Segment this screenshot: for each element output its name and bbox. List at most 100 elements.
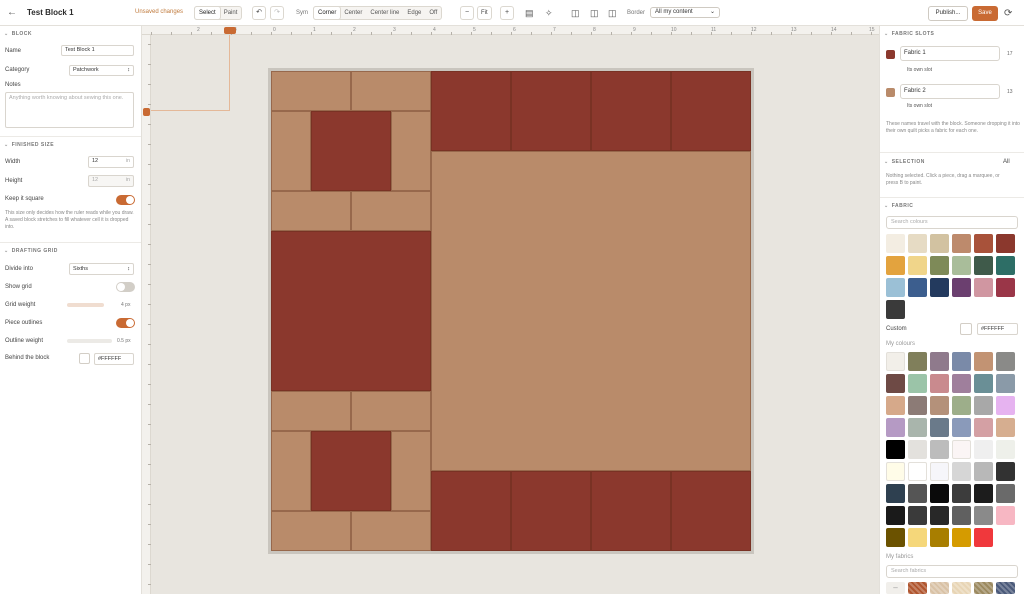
my-colour-swatch[interactable]: [952, 374, 971, 393]
quilt-piece[interactable]: [391, 111, 431, 191]
my-colour-swatch[interactable]: [886, 396, 905, 415]
my-colour-swatch[interactable]: [974, 462, 993, 481]
fabric-thumbnail[interactable]: [930, 582, 949, 594]
my-colour-swatch[interactable]: [886, 484, 905, 503]
quilt-piece[interactable]: [351, 191, 431, 231]
quilt-piece[interactable]: [591, 71, 671, 151]
my-colour-swatch[interactable]: [908, 374, 927, 393]
mode-select[interactable]: Select: [195, 7, 220, 19]
palette-color-swatch[interactable]: [930, 278, 949, 297]
fabric-slot-2-name[interactable]: Fabric 2: [900, 84, 1000, 99]
finished-size-header[interactable]: ⌄ FINISHED SIZE: [4, 142, 54, 148]
my-colour-swatch[interactable]: [974, 528, 993, 547]
my-colour-swatch[interactable]: [996, 374, 1015, 393]
behind-color-swatch[interactable]: [79, 353, 90, 364]
my-colour-swatch[interactable]: [952, 528, 971, 547]
right-panel-icon[interactable]: ◫: [608, 6, 617, 20]
show-grid-toggle[interactable]: [116, 282, 135, 292]
symmetry-off[interactable]: Off: [425, 7, 441, 19]
canvas-area[interactable]: 2 4 0 1 2 3 4 5 6 7 8 9 10 11 12 13 14 1…: [142, 26, 879, 594]
palette-color-swatch[interactable]: [886, 278, 905, 297]
my-colour-swatch[interactable]: [952, 396, 971, 415]
my-colour-swatch[interactable]: [952, 440, 971, 459]
my-colour-swatch[interactable]: [908, 352, 927, 371]
my-colour-swatch[interactable]: [886, 462, 905, 481]
quilt-block[interactable]: [271, 71, 751, 551]
category-select[interactable]: Patchwork ↕: [69, 65, 134, 76]
my-colour-swatch[interactable]: [974, 352, 993, 371]
zoom-fit-button[interactable]: Fit: [477, 6, 492, 20]
block-section-header[interactable]: ⌄ BLOCK: [4, 31, 32, 37]
my-colour-swatch[interactable]: [908, 462, 927, 481]
my-colour-swatch[interactable]: [886, 528, 905, 547]
grid-weight-slider[interactable]: [67, 303, 104, 307]
refresh-icon[interactable]: ⟳: [1004, 6, 1012, 21]
ruler-position-marker[interactable]: [224, 27, 236, 34]
palette-color-swatch[interactable]: [974, 234, 993, 253]
notes-textarea[interactable]: Anything worth knowing about sewing this…: [5, 92, 134, 128]
my-colour-swatch[interactable]: [930, 352, 949, 371]
publish-button[interactable]: Publish...: [928, 6, 968, 21]
fabric-thumbnail[interactable]: [974, 582, 993, 594]
quilt-piece[interactable]: [271, 231, 431, 391]
quilt-piece[interactable]: [271, 191, 351, 231]
my-colour-swatch[interactable]: [930, 528, 949, 547]
left-panel-icon[interactable]: ◫: [571, 6, 580, 20]
my-colour-swatch[interactable]: [974, 374, 993, 393]
quilt-piece[interactable]: [271, 111, 311, 191]
fabric-slots-header[interactable]: ⌄ FABRIC SLOTS: [884, 31, 934, 37]
my-colour-swatch[interactable]: [952, 506, 971, 525]
back-arrow-icon[interactable]: ←: [7, 6, 17, 20]
fabric-slot-2-swatch[interactable]: [886, 88, 895, 97]
zoom-in-button[interactable]: +: [500, 6, 514, 20]
my-colour-swatch[interactable]: [952, 352, 971, 371]
my-colour-swatch[interactable]: [996, 506, 1015, 525]
palette-color-swatch[interactable]: [886, 256, 905, 275]
my-colour-swatch[interactable]: [930, 418, 949, 437]
my-colour-swatch[interactable]: [996, 462, 1015, 481]
quilt-piece[interactable]: [671, 71, 751, 151]
fabric-more-icon[interactable]: –: [886, 582, 905, 594]
quilt-piece[interactable]: [351, 71, 431, 111]
divide-into-select[interactable]: Sixths ↕: [69, 263, 134, 275]
search-fabrics-input[interactable]: Search fabrics: [886, 565, 1018, 578]
symmetry-center[interactable]: Center: [340, 7, 366, 19]
my-colour-swatch[interactable]: [952, 484, 971, 503]
my-colour-swatch[interactable]: [974, 418, 993, 437]
palette-color-swatch[interactable]: [886, 300, 905, 319]
my-colour-swatch[interactable]: [886, 374, 905, 393]
quilt-piece[interactable]: [351, 511, 431, 551]
fabric-header[interactable]: ⌄ FABRIC: [884, 203, 913, 209]
palette-color-swatch[interactable]: [908, 256, 927, 275]
my-colour-swatch[interactable]: [952, 418, 971, 437]
quilt-piece[interactable]: [271, 391, 351, 431]
my-colour-swatch[interactable]: [908, 440, 927, 459]
my-colour-swatch[interactable]: [974, 440, 993, 459]
quilt-piece[interactable]: [271, 431, 311, 511]
palette-color-swatch[interactable]: [974, 256, 993, 275]
quilt-piece[interactable]: [511, 471, 591, 551]
my-colour-swatch[interactable]: [886, 440, 905, 459]
fabric-thumbnail[interactable]: [908, 582, 927, 594]
search-colours-input[interactable]: Search colours: [886, 216, 1018, 229]
quilt-piece[interactable]: [311, 431, 391, 511]
my-colour-swatch[interactable]: [930, 506, 949, 525]
my-colour-swatch[interactable]: [908, 484, 927, 503]
quilt-piece[interactable]: [671, 471, 751, 551]
palette-color-swatch[interactable]: [886, 234, 905, 253]
my-colour-swatch[interactable]: [996, 418, 1015, 437]
custom-color-swatch[interactable]: [960, 323, 972, 335]
snap-icon[interactable]: ✧: [545, 6, 553, 20]
mode-paint[interactable]: Paint: [220, 7, 242, 19]
fabric-thumbnail[interactable]: [952, 582, 971, 594]
my-colour-swatch[interactable]: [930, 374, 949, 393]
quilt-piece[interactable]: [591, 471, 671, 551]
symmetry-center-line[interactable]: Center line: [366, 7, 403, 19]
my-colour-swatch[interactable]: [886, 418, 905, 437]
behind-color-input[interactable]: #FFFFFF: [94, 353, 134, 365]
quilt-piece[interactable]: [351, 391, 431, 431]
ruler-position-marker[interactable]: [143, 108, 150, 116]
fabric-slot-1-name[interactable]: Fabric 1: [900, 46, 1000, 61]
border-select[interactable]: All my content ⌄: [650, 7, 720, 18]
palette-color-swatch[interactable]: [908, 234, 927, 253]
